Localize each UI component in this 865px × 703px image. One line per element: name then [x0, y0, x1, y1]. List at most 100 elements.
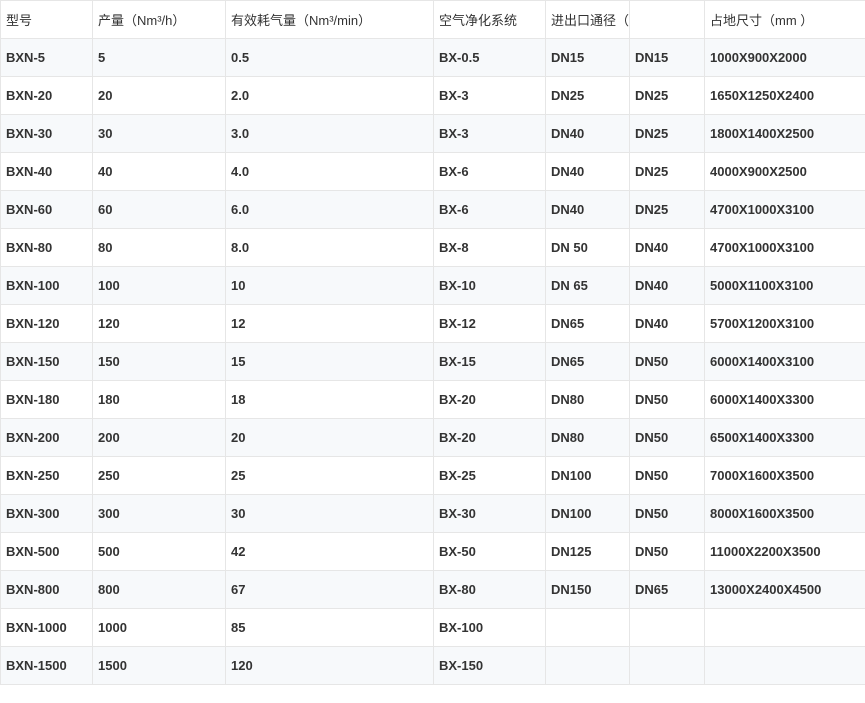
cell-outlet: DN50 — [629, 494, 705, 533]
cell-output: 20 — [92, 76, 226, 115]
cell-air-purification: BX-50 — [433, 532, 546, 571]
cell-air-consumption: 20 — [225, 418, 434, 457]
cell-footprint: 11000X2200X3500 — [704, 532, 865, 571]
cell-model: BXN-120 — [0, 304, 93, 343]
cell-outlet: DN40 — [629, 228, 705, 267]
cell-inlet: DN40 — [545, 152, 630, 191]
cell-outlet: DN25 — [629, 190, 705, 229]
cell-outlet: DN25 — [629, 76, 705, 115]
cell-outlet: DN50 — [629, 456, 705, 495]
table-row: BXN-500 500 42 BX-50 DN125 DN50 11000X2200X350… — [0, 532, 865, 571]
cell-inlet: DN65 — [545, 304, 630, 343]
cell-model: BXN-300 — [0, 494, 93, 533]
cell-outlet: DN50 — [629, 380, 705, 419]
cell-output: 200 — [92, 418, 226, 457]
cell-air-consumption: 25 — [225, 456, 434, 495]
cell-model: BXN-100 — [0, 266, 93, 305]
cell-output: 300 — [92, 494, 226, 533]
cell-footprint: 4000X900X2500 — [704, 152, 865, 191]
cell-inlet: DN40 — [545, 114, 630, 153]
cell-air-consumption: 10 — [225, 266, 434, 305]
table-row: BXN-120 120 12 BX-12 DN65 DN40 5700X1200X3100 — [0, 304, 865, 343]
cell-footprint: 7000X1600X3500 — [704, 456, 865, 495]
cell-footprint: 6000X1400X3300 — [704, 380, 865, 419]
cell-inlet: DN150 — [545, 570, 630, 609]
cell-air-consumption: 42 — [225, 532, 434, 571]
cell-inlet: DN80 — [545, 418, 630, 457]
cell-output: 30 — [92, 114, 226, 153]
cell-output: 250 — [92, 456, 226, 495]
cell-inlet: DN65 — [545, 342, 630, 381]
table-row: BXN-250 250 25 BX-25 DN100 DN50 7000X1600X350… — [0, 456, 865, 495]
table-body: BXN-5 5 0.5 BX-0.5 DN15 DN15 1000X900X2000 BXN-… — [0, 38, 865, 685]
cell-output: 60 — [92, 190, 226, 229]
cell-air-consumption: 67 — [225, 570, 434, 609]
cell-footprint: 1000X900X2000 — [704, 38, 865, 77]
cell-model: BXN-800 — [0, 570, 93, 609]
cell-inlet — [545, 646, 630, 685]
cell-inlet: DN100 — [545, 494, 630, 533]
cell-air-consumption: 120 — [225, 646, 434, 685]
header-port-diameter: 进出口通径（mm） — [545, 0, 630, 39]
cell-output: 5 — [92, 38, 226, 77]
cell-air-purification: BX-6 — [433, 190, 546, 229]
cell-model: BXN-150 — [0, 342, 93, 381]
cell-footprint: 6000X1400X3100 — [704, 342, 865, 381]
cell-model: BXN-80 — [0, 228, 93, 267]
cell-model: BXN-20 — [0, 76, 93, 115]
cell-air-consumption: 3.0 — [225, 114, 434, 153]
table-row: BXN-180 180 18 BX-20 DN80 DN50 6000X1400X3300 — [0, 380, 865, 419]
cell-air-purification: BX-150 — [433, 646, 546, 685]
cell-air-purification: BX-12 — [433, 304, 546, 343]
cell-output: 40 — [92, 152, 226, 191]
cell-model: BXN-250 — [0, 456, 93, 495]
table-row: BXN-100 100 10 BX-10 DN 65 DN40 5000X1100X3100 — [0, 266, 865, 305]
cell-outlet: DN50 — [629, 418, 705, 457]
header-output: 产量（Nm³/h） — [92, 0, 226, 39]
cell-inlet: DN 50 — [545, 228, 630, 267]
header-row: 型号 产量（Nm³/h） 有效耗气量（Nm³/min） 空气净化系统 进出口通径… — [0, 0, 865, 39]
cell-air-purification: BX-20 — [433, 418, 546, 457]
cell-air-purification: BX-80 — [433, 570, 546, 609]
cell-air-consumption: 18 — [225, 380, 434, 419]
cell-inlet: DN15 — [545, 38, 630, 77]
cell-air-consumption: 2.0 — [225, 76, 434, 115]
cell-output: 800 — [92, 570, 226, 609]
cell-air-purification: BX-3 — [433, 76, 546, 115]
spec-table: 型号 产量（Nm³/h） 有效耗气量（Nm³/min） 空气净化系统 进出口通径… — [0, 0, 865, 685]
cell-inlet: DN25 — [545, 76, 630, 115]
cell-inlet: DN 65 — [545, 266, 630, 305]
cell-footprint: 4700X1000X3100 — [704, 228, 865, 267]
cell-outlet: DN50 — [629, 342, 705, 381]
cell-footprint: 5700X1200X3100 — [704, 304, 865, 343]
cell-inlet: DN125 — [545, 532, 630, 571]
cell-output: 1000 — [92, 608, 226, 647]
cell-outlet: DN40 — [629, 266, 705, 305]
table-row: BXN-1000 1000 85 BX-100 — [0, 608, 865, 647]
cell-model: BXN-1500 — [0, 646, 93, 685]
cell-footprint: 1650X1250X2400 — [704, 76, 865, 115]
cell-model: BXN-30 — [0, 114, 93, 153]
cell-air-purification: BX-15 — [433, 342, 546, 381]
table-row: BXN-60 60 6.0 BX-6 DN40 DN25 4700X1000X3100 — [0, 190, 865, 229]
cell-model: BXN-60 — [0, 190, 93, 229]
table-row: BXN-800 800 67 BX-80 DN150 DN65 13000X2400X450… — [0, 570, 865, 609]
cell-output: 120 — [92, 304, 226, 343]
cell-outlet: DN65 — [629, 570, 705, 609]
cell-footprint: 4700X1000X3100 — [704, 190, 865, 229]
table-header: 型号 产量（Nm³/h） 有效耗气量（Nm³/min） 空气净化系统 进出口通径… — [0, 0, 865, 39]
table-row: BXN-1500 1500 120 BX-150 — [0, 646, 865, 685]
header-air-purification: 空气净化系统 — [433, 0, 546, 39]
cell-model: BXN-200 — [0, 418, 93, 457]
cell-air-consumption: 8.0 — [225, 228, 434, 267]
cell-outlet: DN25 — [629, 152, 705, 191]
table-row: BXN-80 80 8.0 BX-8 DN 50 DN40 4700X1000X3100 — [0, 228, 865, 267]
cell-outlet — [629, 608, 705, 647]
cell-air-purification: BX-25 — [433, 456, 546, 495]
cell-air-consumption: 15 — [225, 342, 434, 381]
table-row: BXN-200 200 20 BX-20 DN80 DN50 6500X1400X3300 — [0, 418, 865, 457]
cell-footprint: 6500X1400X3300 — [704, 418, 865, 457]
cell-air-consumption: 6.0 — [225, 190, 434, 229]
cell-outlet: DN50 — [629, 532, 705, 571]
table-row: BXN-300 300 30 BX-30 DN100 DN50 8000X1600X3500 — [0, 494, 865, 533]
